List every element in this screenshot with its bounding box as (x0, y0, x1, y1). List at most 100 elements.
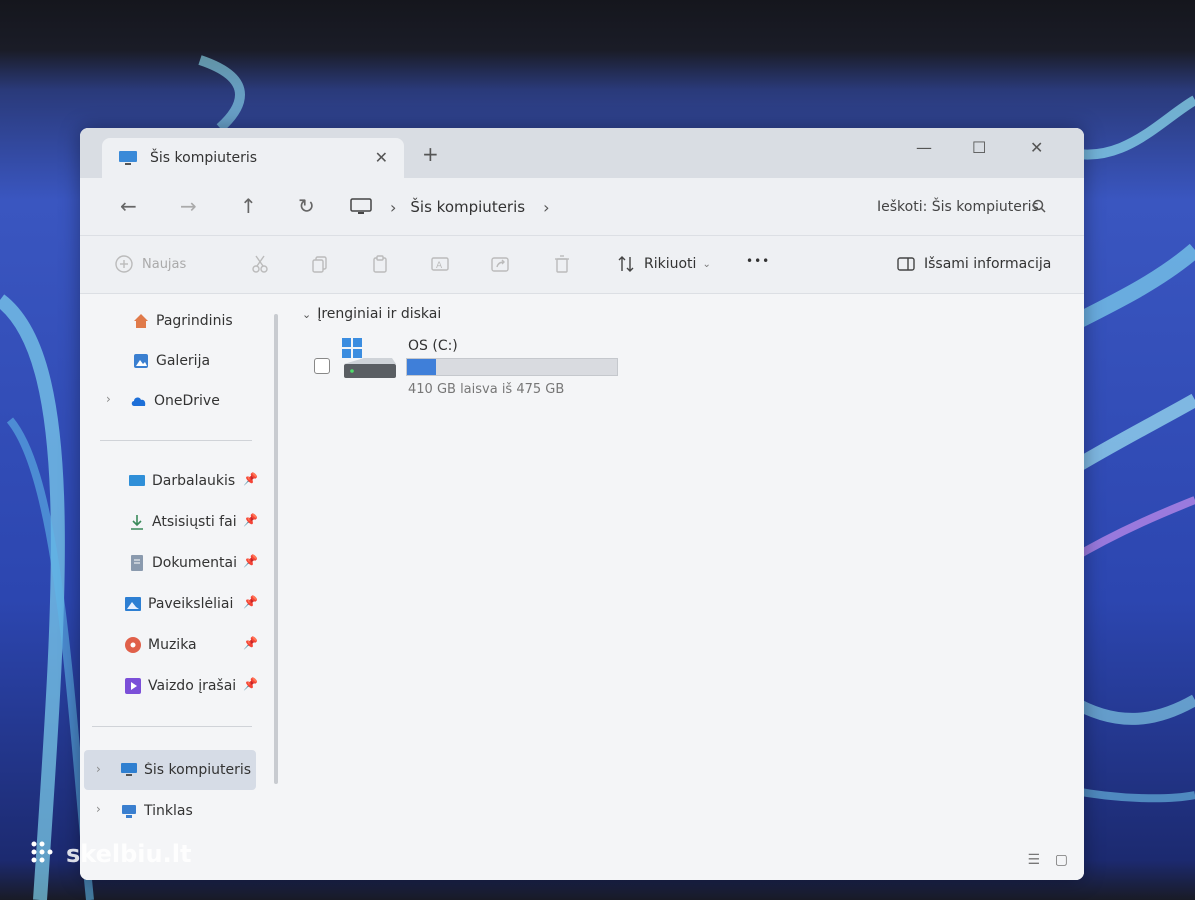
tiles-view-icon[interactable]: ▢ (1055, 852, 1068, 868)
sidebar-item-label: OneDrive (154, 393, 220, 409)
gallery-icon (134, 354, 148, 368)
new-button[interactable]: Naujas (114, 254, 186, 274)
rename-button[interactable]: A (430, 254, 458, 274)
chevron-right-icon[interactable]: › (106, 392, 111, 406)
watermark: skelbiu.lt (30, 840, 191, 868)
copy-icon (312, 256, 327, 273)
maximize-button[interactable]: ☐ (972, 138, 986, 157)
sidebar-item-label: Atsisiųsti failai (152, 514, 236, 530)
more-label: ••• (746, 254, 771, 268)
new-tab-button[interactable]: + (422, 142, 439, 166)
cloud-icon (131, 397, 146, 406)
group-header[interactable]: ⌄ Įrenginiai ir diskai (302, 306, 441, 322)
pin-icon: 📌 (243, 595, 258, 609)
search-placeholder: Ieškoti: Šis kompiuteris (877, 199, 1039, 215)
sort-button[interactable]: Rikiuoti ⌄ (616, 254, 711, 274)
sidebar-item-downloads[interactable]: Atsisiųsti failai 📌 (80, 505, 258, 539)
paste-button[interactable] (370, 254, 398, 274)
title-bar: Šis kompiuteris ✕ + — ☐ ✕ (80, 128, 1084, 178)
details-label: Išsami informacija (924, 256, 1052, 272)
sidebar-item-label: Pagrindinis (156, 313, 233, 329)
sidebar-item-onedrive[interactable]: › OneDrive (80, 384, 258, 418)
sort-label: Rikiuoti (644, 256, 697, 272)
search-icon (1032, 199, 1046, 213)
search-input[interactable]: Ieškoti: Šis kompiuteris (865, 190, 1055, 224)
details-pane-icon (897, 257, 915, 271)
file-explorer-window: Šis kompiuteris ✕ + — ☐ ✕ ← → ↑ ↻ › Šis … (80, 128, 1084, 880)
pc-icon (119, 151, 137, 165)
navigation-pane: Pagrindinis Galerija › OneDrive Darbalau… (80, 294, 278, 880)
plus-circle-icon (115, 255, 133, 273)
minimize-button[interactable]: — (916, 138, 932, 157)
share-icon (491, 257, 509, 272)
navigation-bar: ← → ↑ ↻ › Šis kompiuteris › Ieškoti: Šis… (80, 178, 1084, 236)
copy-button[interactable] (310, 254, 338, 274)
sidebar-item-label: Tinklas (144, 803, 193, 819)
pin-icon: 📌 (243, 472, 258, 486)
cut-button[interactable] (250, 254, 278, 274)
back-button[interactable]: ← (120, 194, 137, 218)
drive-name: OS (C:) (408, 338, 458, 354)
sidebar-item-documents[interactable]: Dokumentai 📌 (80, 546, 258, 580)
sidebar-scrollbar[interactable] (274, 314, 278, 784)
forward-button[interactable]: → (180, 194, 197, 218)
pin-icon: 📌 (243, 554, 258, 568)
details-view-icon[interactable]: ☰ (1027, 852, 1040, 868)
tab-this-pc[interactable]: Šis kompiuteris ✕ (102, 138, 404, 178)
details-pane-button[interactable]: Išsami informacija (896, 254, 1051, 274)
sidebar-item-label: Darbalaukis (152, 473, 236, 489)
delete-button[interactable] (552, 254, 580, 274)
sidebar-item-gallery[interactable]: Galerija (80, 344, 258, 378)
share-button[interactable] (490, 254, 518, 274)
pin-icon: 📌 (243, 636, 258, 650)
home-icon (134, 314, 148, 328)
sidebar-divider (100, 440, 252, 441)
chevron-right-icon[interactable]: › (96, 762, 101, 776)
videos-icon (125, 678, 141, 694)
watermark-logo-icon (31, 841, 53, 863)
sidebar-item-this-pc[interactable]: › Šis kompiuteris (84, 750, 256, 790)
new-button-label: Naujas (142, 256, 187, 272)
more-options-button[interactable]: ••• (746, 254, 770, 268)
close-window-button[interactable]: ✕ (1030, 138, 1043, 157)
sidebar-item-music[interactable]: Muzika 📌 (80, 628, 258, 662)
drive-usage-fill (407, 359, 436, 375)
desktop-icon (129, 475, 145, 486)
sidebar-item-home[interactable]: Pagrindinis (80, 304, 258, 338)
sidebar-item-label: Dokumentai (152, 555, 237, 571)
breadcrumb-separator: › (390, 197, 397, 217)
sidebar-item-label: Paveikslėliai (148, 596, 234, 612)
network-icon (122, 805, 136, 818)
breadcrumb-this-pc[interactable]: Šis kompiuteris (410, 198, 525, 216)
refresh-button[interactable]: ↻ (298, 194, 315, 218)
pc-icon (350, 198, 372, 214)
pictures-icon (125, 597, 141, 611)
up-button[interactable]: ↑ (240, 194, 257, 218)
sidebar-item-videos[interactable]: Vaizdo įrašai 📌 (80, 669, 258, 703)
sidebar-item-desktop[interactable]: Darbalaukis 📌 (80, 464, 258, 498)
documents-icon (131, 555, 143, 571)
sidebar-item-label: Vaizdo įrašai (148, 678, 237, 694)
sidebar-item-label: Galerija (156, 353, 211, 369)
explorer-body: Pagrindinis Galerija › OneDrive Darbalau… (80, 294, 1084, 880)
tab-close-icon[interactable]: ✕ (375, 148, 388, 167)
drive-select-checkbox[interactable] (314, 358, 330, 374)
watermark-text: skelbiu.lt (66, 840, 192, 868)
chevron-right-icon[interactable]: › (96, 802, 101, 816)
command-bar: Naujas A Rikiuoti ⌄ ••• Išsami informaci… (80, 236, 1084, 294)
breadcrumb-chevron[interactable]: › (543, 198, 549, 217)
music-icon (125, 637, 141, 653)
sidebar-item-label: Šis kompiuteris (144, 762, 252, 778)
pin-icon: 📌 (243, 677, 258, 691)
drive-icon (342, 338, 396, 378)
sidebar-item-network[interactable]: › Tinklas (80, 794, 258, 828)
pin-icon: 📌 (243, 513, 258, 527)
group-label: Įrenginiai ir diskai (317, 306, 442, 322)
sidebar-item-label: Muzika (148, 637, 197, 653)
download-icon (131, 515, 143, 530)
chevron-down-icon: ⌄ (702, 258, 711, 270)
svg-text:A: A (436, 261, 443, 271)
sidebar-item-pictures[interactable]: Paveikslėliai 📌 (80, 587, 258, 621)
pc-icon (121, 763, 137, 776)
address-bar[interactable]: › Šis kompiuteris › (350, 188, 870, 226)
